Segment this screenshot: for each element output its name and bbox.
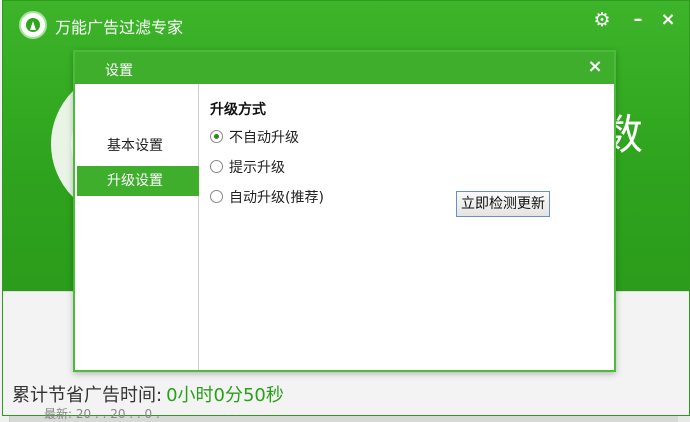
minimize-icon[interactable]: – bbox=[627, 9, 649, 31]
radio-label: 不自动升级 bbox=[229, 130, 299, 146]
radio-unchecked-icon[interactable] bbox=[210, 160, 223, 173]
upgrade-settings-panel: 升级方式 不自动升级 提示升级 自动升级(推荐) 立即检测更新 bbox=[210, 84, 610, 370]
radio-label: 自动升级(推荐) bbox=[229, 190, 324, 206]
savings-value: 0小时0分50秒 bbox=[166, 385, 284, 406]
dialog-body: 基本设置 升级设置 升级方式 不自动升级 提示升级 自动升级(推荐) 立即检测更… bbox=[75, 84, 614, 370]
close-icon[interactable]: × bbox=[657, 9, 679, 31]
app-title: 万能广告过滤专家 bbox=[55, 18, 184, 37]
radio-label: 提示升级 bbox=[229, 160, 285, 176]
radio-option-auto-upgrade[interactable]: 自动升级(推荐) bbox=[210, 188, 324, 208]
app-logo-icon bbox=[19, 11, 47, 39]
section-title: 升级方式 bbox=[210, 102, 266, 118]
dialog-close-icon[interactable]: × bbox=[584, 56, 606, 78]
savings-label: 累计节省广告时间: bbox=[12, 385, 163, 406]
nav-item-basic-settings[interactable]: 基本设置 bbox=[77, 131, 199, 161]
check-update-button[interactable]: 立即检测更新 bbox=[456, 191, 550, 217]
settings-dialog: 设置 × 基本设置 升级设置 升级方式 不自动升级 提示升级 自动升级(推荐) … bbox=[73, 50, 616, 372]
nav-item-upgrade-settings[interactable]: 升级设置 bbox=[77, 166, 199, 196]
footer-subtext: 最新: 20 . . 20 . . 0 . bbox=[44, 407, 160, 421]
settings-nav: 基本设置 升级设置 bbox=[75, 84, 199, 370]
radio-checked-icon[interactable] bbox=[210, 130, 223, 143]
radio-option-no-auto-upgrade[interactable]: 不自动升级 bbox=[210, 128, 299, 148]
radio-unchecked-icon[interactable] bbox=[210, 190, 223, 203]
dialog-titlebar[interactable]: 设置 × bbox=[75, 52, 614, 84]
dialog-title: 设置 bbox=[105, 63, 133, 79]
savings-row: 累计节省广告时间: 0小时0分50秒 bbox=[12, 381, 284, 407]
gear-icon[interactable]: ⚙ bbox=[591, 9, 613, 31]
radio-option-prompt-upgrade[interactable]: 提示升级 bbox=[210, 158, 285, 178]
